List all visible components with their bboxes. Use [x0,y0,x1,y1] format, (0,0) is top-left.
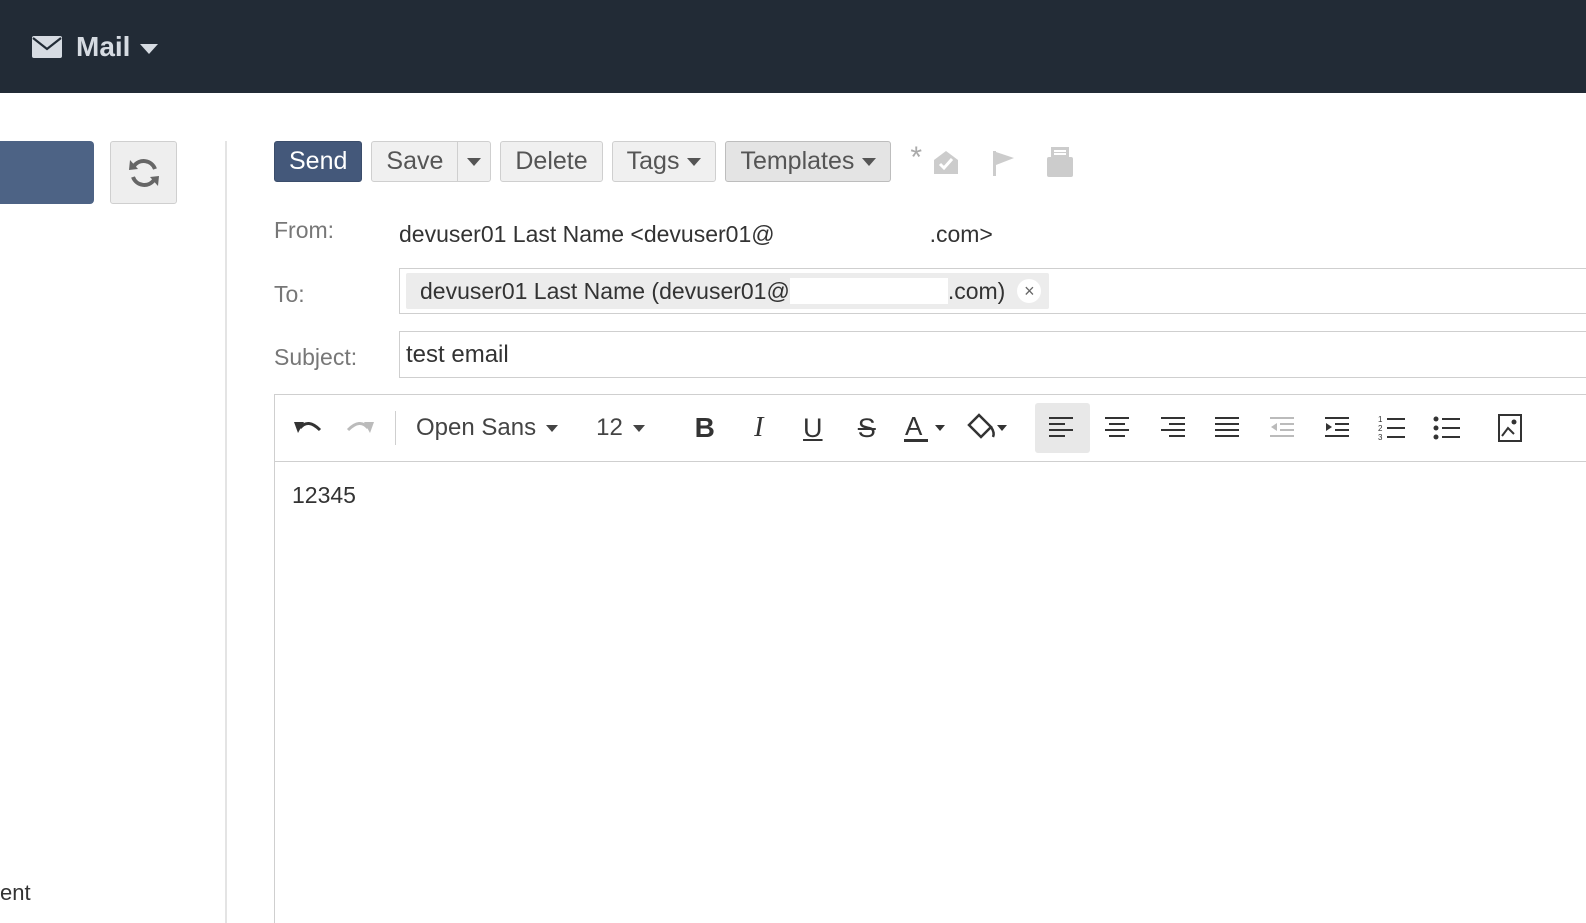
italic-icon[interactable]: I [739,403,779,453]
toolbar-separator [395,411,396,445]
archive-icon[interactable] [1046,146,1074,177]
subject-input[interactable]: test email [399,331,1586,378]
background-color-icon[interactable] [965,403,1011,453]
from-value-end: .com> [929,221,993,247]
to-label: To: [274,281,305,307]
chevron-down-icon [687,157,702,166]
save-button[interactable]: Save [372,142,459,181]
redo-icon[interactable] [341,403,379,453]
chevron-down-icon [546,424,559,432]
send-button[interactable]: Send [274,141,363,182]
important-star-icon[interactable]: * [910,142,922,173]
app-menu-chevron-down-icon[interactable] [140,43,159,54]
refresh-icon [128,158,159,187]
compose-button[interactable] [0,141,94,204]
flag-icon[interactable] [990,148,1016,176]
recipient-chip-start: devuser01 Last Name (devuser01@ [420,277,790,304]
app-title[interactable]: Mail [76,31,130,63]
redacted-block [774,216,930,242]
templates-label: Templates [740,147,855,175]
insert-image-icon[interactable] [1491,403,1531,453]
tags-label: Tags [626,147,680,175]
message-editor: Open Sans 12 B I U S A 1 2 3 12345 [274,394,1586,923]
align-justify-icon[interactable] [1200,403,1255,453]
editor-toolbar: Open Sans 12 B I U S A 1 2 3 [275,395,1586,462]
panel-divider[interactable] [225,141,227,923]
redacted-block [789,278,948,304]
from-value: devuser01 Last Name <devuser01@ .com> [399,216,993,248]
indent-icon[interactable] [1310,403,1365,453]
refresh-button[interactable] [110,141,177,204]
to-field[interactable]: devuser01 Last Name (devuser01@ .com) × [399,268,1586,314]
numbered-list-icon[interactable]: 123 [1365,403,1420,453]
align-right-icon[interactable] [1145,403,1200,453]
align-left-icon[interactable] [1034,403,1090,453]
save-button-group: Save [371,141,492,182]
recipient-chip[interactable]: devuser01 Last Name (devuser01@ .com) × [406,273,1050,309]
read-receipt-icon[interactable] [932,148,960,176]
remove-recipient-close-icon[interactable]: × [1017,279,1042,303]
bold-icon[interactable]: B [685,403,725,453]
font-size-select[interactable]: 12 [596,414,645,442]
templates-button[interactable]: Templates [725,141,892,182]
undo-icon[interactable] [289,403,327,453]
strikethrough-icon[interactable]: S [847,403,887,453]
top-bar: Mail [0,0,1586,93]
chevron-down-icon [467,157,482,166]
chevron-down-icon [632,424,645,432]
compose-toolbar: Send Save Delete Tags Templates * [274,141,1082,182]
bulleted-list-icon[interactable] [1420,403,1475,453]
save-dropdown-button[interactable] [458,142,490,181]
envelope-icon [32,35,62,58]
font-family-value: Open Sans [416,414,537,441]
svg-text:1: 1 [1378,415,1383,424]
delete-button[interactable]: Delete [500,141,603,182]
from-label: From: [274,217,335,243]
font-size-value: 12 [596,414,623,441]
text-color-icon[interactable]: A [903,403,949,453]
message-body[interactable]: 12345 [275,462,1586,529]
svg-text:2: 2 [1378,424,1383,433]
from-value-start: devuser01 Last Name <devuser01@ [399,221,775,247]
outdent-icon[interactable] [1255,403,1310,453]
recipient-chip-end: .com) [947,277,1006,304]
align-center-icon[interactable] [1090,403,1145,453]
underline-icon[interactable]: U [793,403,833,453]
tags-button[interactable]: Tags [611,141,717,182]
sidebar-partial-label[interactable]: ent [0,880,31,906]
svg-text:A: A [905,411,923,441]
subject-label: Subject: [274,344,358,370]
chevron-down-icon [862,157,877,166]
svg-text:3: 3 [1378,433,1383,442]
font-family-select[interactable]: Open Sans [416,414,559,442]
